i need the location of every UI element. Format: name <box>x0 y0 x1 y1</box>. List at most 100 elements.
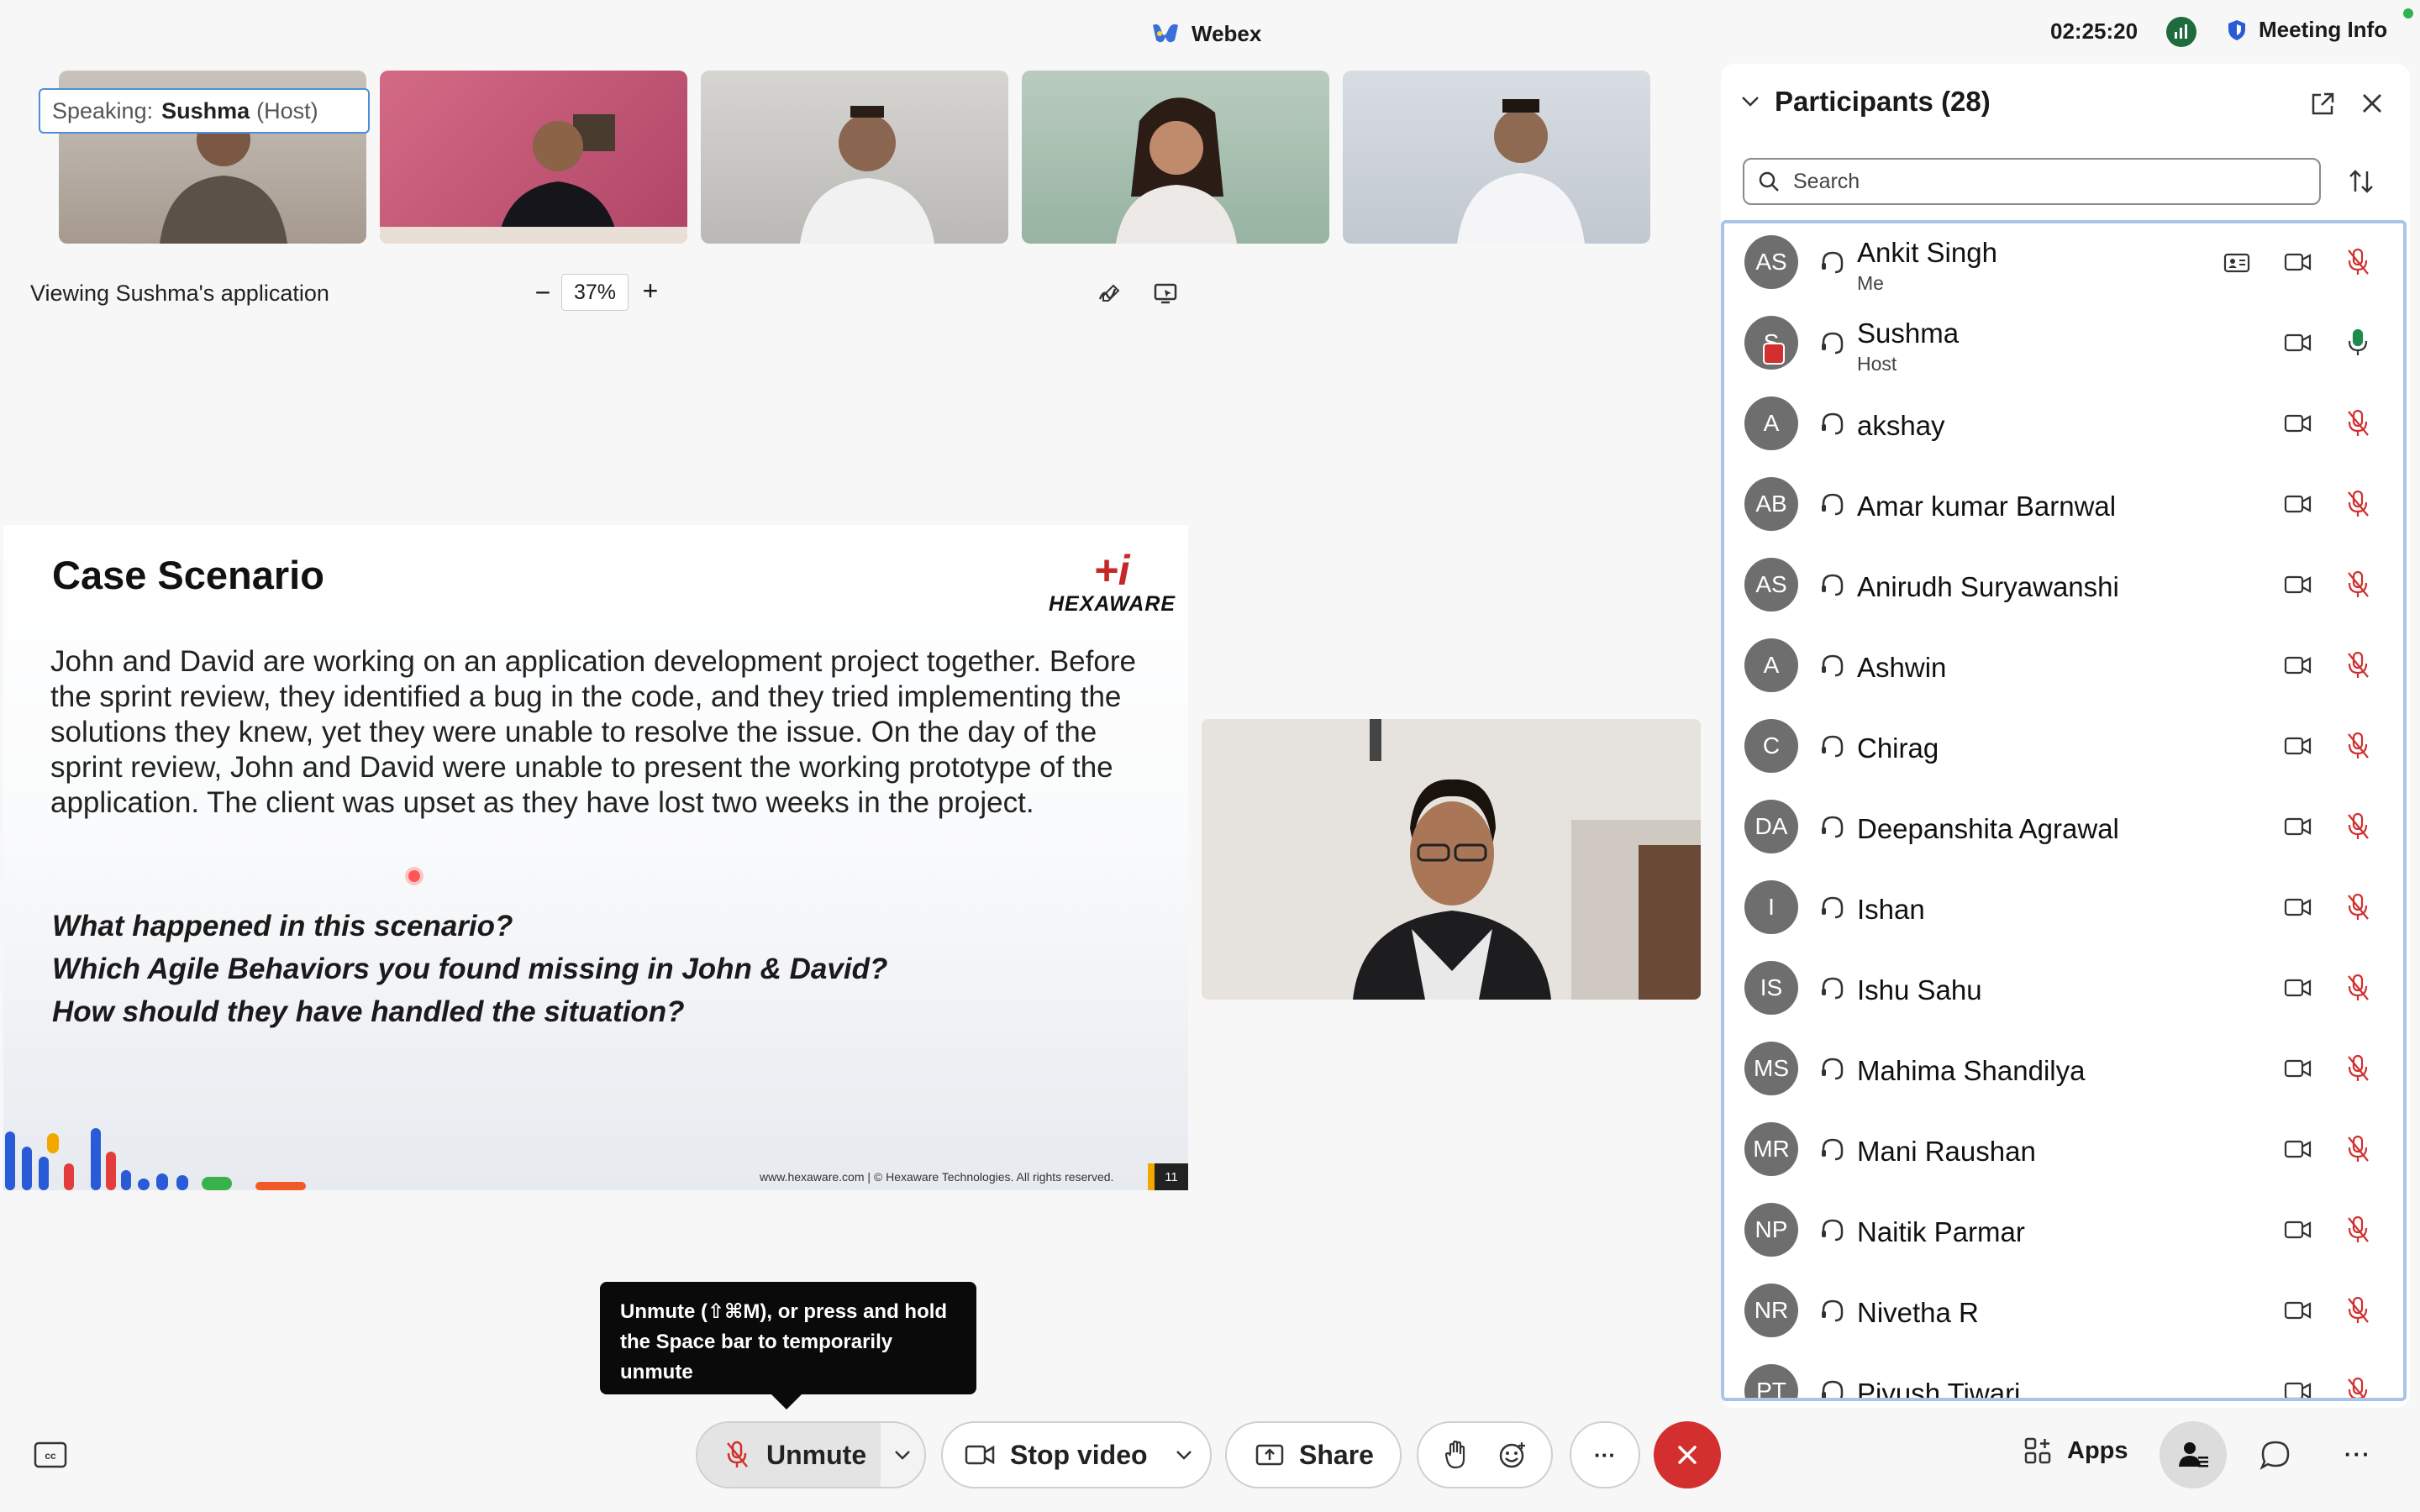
video-tile-4[interactable] <box>1022 71 1329 244</box>
camera-icon[interactable] <box>2284 976 2312 1000</box>
mic-muted-icon[interactable] <box>2344 811 2371 842</box>
video-tile-3[interactable] <box>701 71 1008 244</box>
remote-control-icon[interactable] <box>1153 281 1178 306</box>
svg-text:cc: cc <box>45 1450 56 1462</box>
camera-icon[interactable] <box>2284 250 2312 274</box>
reactions-group <box>1417 1421 1553 1488</box>
unmute-button[interactable]: Unmute <box>697 1423 881 1487</box>
search-icon <box>1758 171 1780 192</box>
viewing-status: Viewing Sushma's application <box>30 281 329 306</box>
contact-card-icon[interactable] <box>2223 252 2250 274</box>
avatar: NR <box>1744 1284 1798 1337</box>
camera-icon[interactable] <box>2284 412 2312 435</box>
headset-icon <box>1822 412 1844 435</box>
more-actions-button[interactable]: ··· <box>2344 1441 2371 1467</box>
raise-hand-icon[interactable] <box>1444 1441 1469 1469</box>
closed-captions-icon[interactable]: cc <box>34 1441 67 1468</box>
mic-muted-icon[interactable] <box>2344 1215 2371 1245</box>
participant-row[interactable]: NP Naitik Parmar <box>1724 1191 2403 1272</box>
zoom-in-button[interactable]: + <box>640 277 660 304</box>
video-control: Stop video <box>941 1421 1212 1488</box>
annotate-icon[interactable] <box>1097 281 1122 306</box>
participant-row[interactable]: DA Deepanshita Agrawal <box>1724 788 2403 869</box>
mic-muted-icon[interactable] <box>2344 650 2371 680</box>
participant-row[interactable]: MR Mani Raushan <box>1724 1110 2403 1191</box>
mic-muted-icon[interactable] <box>2344 892 2371 922</box>
zoom-level[interactable]: 37% <box>561 274 629 311</box>
mic-muted-icon[interactable] <box>2344 1376 2371 1401</box>
video-tile-5[interactable] <box>1343 71 1650 244</box>
camera-icon[interactable] <box>2284 1379 2312 1401</box>
participant-name: Mani Raushan <box>1857 1136 2036 1167</box>
avatar: C <box>1744 719 1798 773</box>
self-view-video[interactable] <box>1202 719 1701 1000</box>
avatar: I <box>1744 880 1798 934</box>
participant-row[interactable]: S Sushma Host <box>1724 304 2403 385</box>
mic-muted-icon[interactable] <box>2344 570 2371 600</box>
participant-row[interactable]: AS Anirudh Suryawanshi <box>1724 546 2403 627</box>
camera-icon[interactable] <box>2284 331 2312 354</box>
meeting-info-button[interactable]: Meeting Info <box>2227 17 2387 43</box>
app-title: Webex <box>1151 17 1261 50</box>
participant-row[interactable]: PT Piyush Tiwari <box>1724 1352 2403 1401</box>
mic-muted-icon[interactable] <box>2344 1053 2371 1084</box>
mic-muted-icon[interactable] <box>2344 1134 2371 1164</box>
participant-name: Sushma <box>1857 318 1960 349</box>
participant-row[interactable]: MS Mahima Shandilya <box>1724 1030 2403 1110</box>
mic-active-icon[interactable] <box>2344 328 2371 358</box>
video-camera-icon <box>965 1444 995 1466</box>
slide-footer: www.hexaware.com | © Hexaware Technologi… <box>760 1170 1114 1184</box>
video-options-dropdown[interactable] <box>1163 1450 1205 1460</box>
camera-icon[interactable] <box>2284 1057 2312 1080</box>
mic-muted-icon[interactable] <box>2344 247 2371 277</box>
apps-button[interactable]: Apps <box>2023 1436 2128 1465</box>
headset-icon <box>1822 332 1844 354</box>
sort-icon[interactable] <box>2346 166 2376 197</box>
zoom-out-button[interactable]: − <box>533 279 553 306</box>
camera-icon[interactable] <box>2284 815 2312 838</box>
more-options-button[interactable]: ··· <box>1570 1421 1640 1488</box>
popout-icon[interactable] <box>2309 91 2336 118</box>
close-icon[interactable] <box>2360 91 2385 116</box>
mic-muted-icon[interactable] <box>2344 973 2371 1003</box>
participant-row[interactable]: AS Ankit Singh Me <box>1724 223 2403 304</box>
camera-icon[interactable] <box>2284 1218 2312 1242</box>
mic-muted-icon[interactable] <box>2344 731 2371 761</box>
camera-icon[interactable] <box>2284 895 2312 919</box>
leave-meeting-button[interactable] <box>1654 1421 1721 1488</box>
camera-icon[interactable] <box>2284 734 2312 758</box>
participant-row[interactable]: A Ashwin <box>1724 627 2403 707</box>
chevron-down-icon <box>895 1451 910 1460</box>
audio-options-dropdown[interactable] <box>881 1423 924 1487</box>
question-3: How should they have handled the situati… <box>52 995 685 1028</box>
network-health-icon[interactable] <box>2166 17 2196 47</box>
chat-icon[interactable] <box>2259 1438 2292 1472</box>
camera-icon[interactable] <box>2284 1299 2312 1322</box>
camera-icon[interactable] <box>2284 654 2312 677</box>
mic-muted-icon[interactable] <box>2344 408 2371 438</box>
participants-toggle-button[interactable] <box>2160 1421 2227 1488</box>
avatar: DA <box>1744 800 1798 853</box>
participant-row[interactable]: IS Ishu Sahu <box>1724 949 2403 1030</box>
participant-row[interactable]: I Ishan <box>1724 869 2403 949</box>
participant-row[interactable]: NR Nivetha R <box>1724 1272 2403 1352</box>
share-button[interactable]: Share <box>1225 1421 1402 1488</box>
camera-icon[interactable] <box>2284 1137 2312 1161</box>
apps-label: Apps <box>2067 1436 2128 1464</box>
webex-logo-icon <box>1151 22 1180 45</box>
avatar: A <box>1744 638 1798 692</box>
participant-row[interactable]: C Chirag <box>1724 707 2403 788</box>
headset-icon <box>1822 493 1844 516</box>
participant-subtitle: Host <box>1857 353 1897 375</box>
collapse-chevron-icon[interactable] <box>1741 96 1760 108</box>
reaction-emoji-icon[interactable] <box>1498 1441 1527 1469</box>
mic-muted-icon[interactable] <box>2344 1295 2371 1326</box>
camera-icon[interactable] <box>2284 492 2312 516</box>
participant-row[interactable]: AB Amar kumar Barnwal <box>1724 465 2403 546</box>
mic-muted-icon[interactable] <box>2344 489 2371 519</box>
stop-video-button[interactable]: Stop video <box>943 1440 1163 1471</box>
video-tile-2[interactable] <box>380 71 687 244</box>
participant-row[interactable]: A akshay <box>1724 385 2403 465</box>
camera-icon[interactable] <box>2284 573 2312 596</box>
search-input[interactable] <box>1791 168 2299 195</box>
